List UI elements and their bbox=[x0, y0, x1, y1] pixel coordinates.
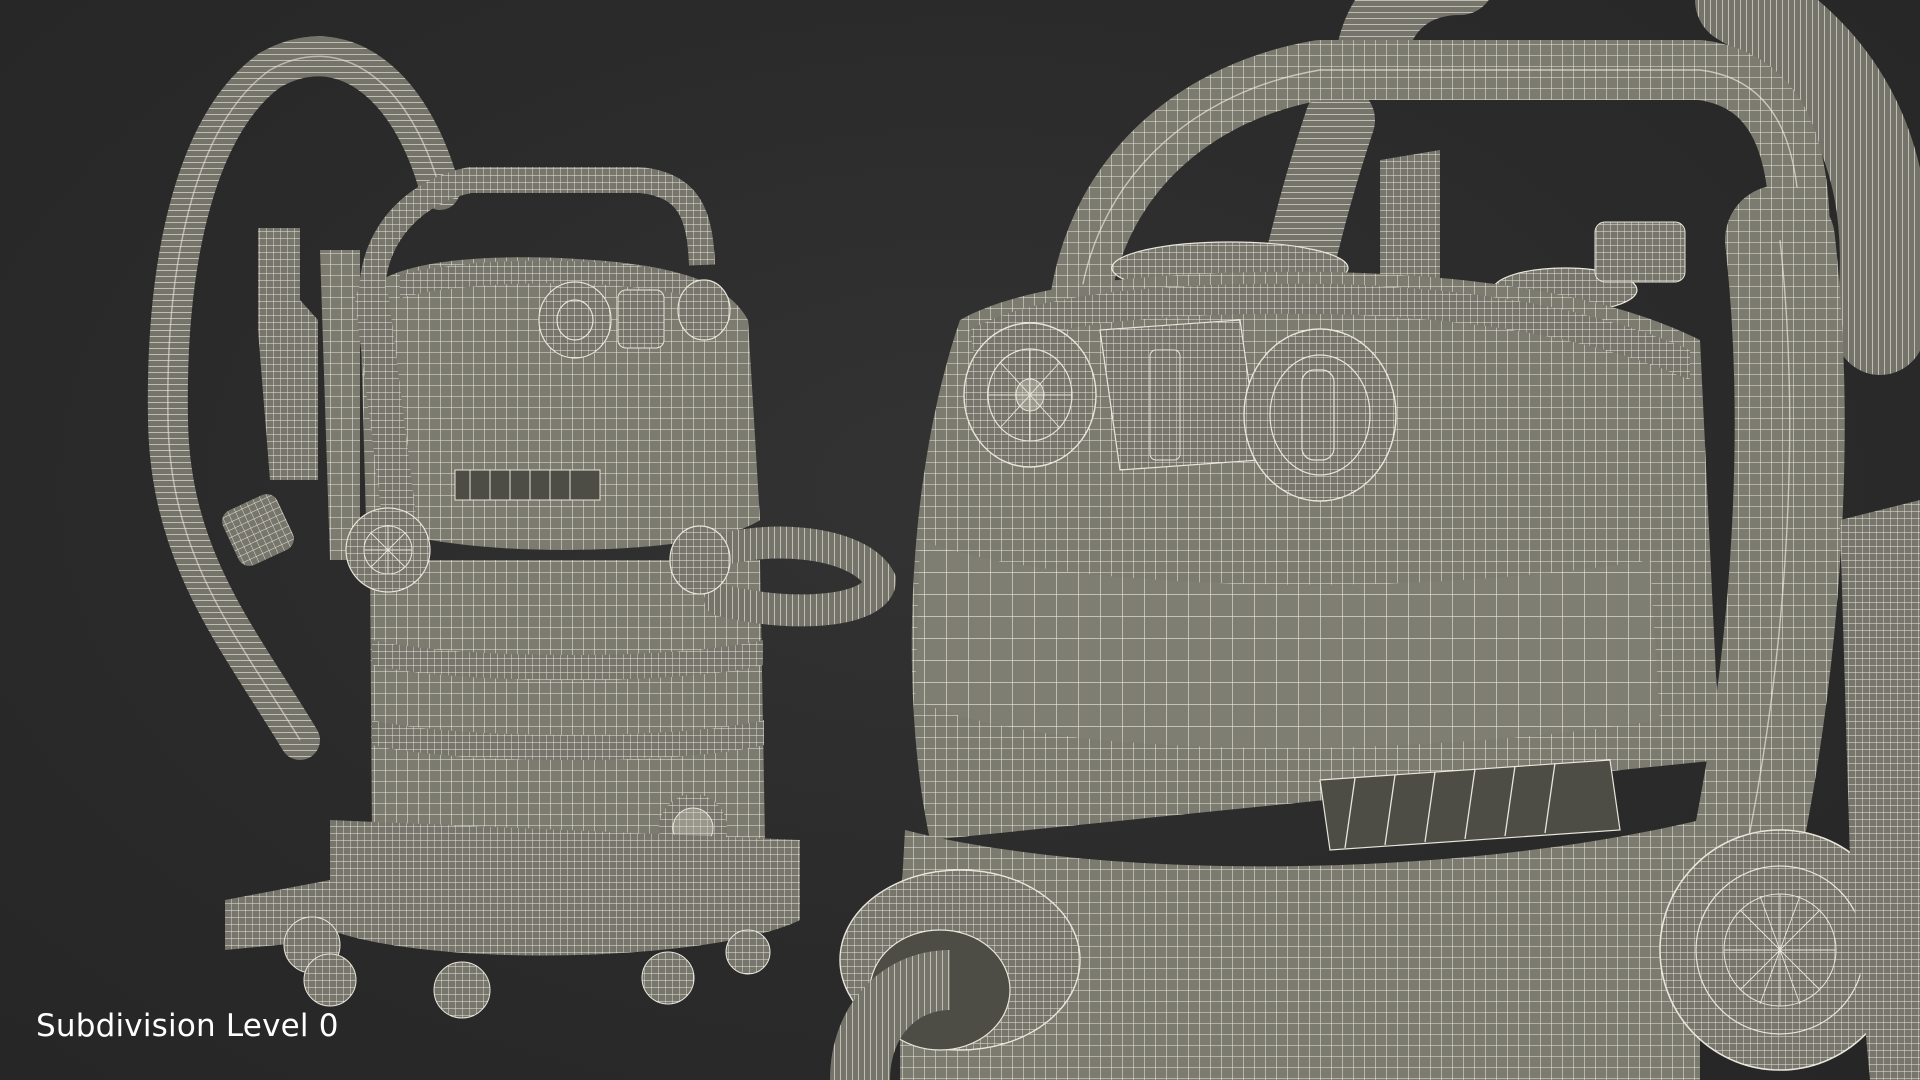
render-canvas: Subdivision Level 0 bbox=[0, 0, 1920, 1080]
left-vacuum-model bbox=[147, 36, 897, 1019]
right-vacuum-model bbox=[830, 0, 1920, 1080]
wireframe-render bbox=[147, 0, 1920, 1080]
subdivision-level-caption: Subdivision Level 0 bbox=[36, 1008, 339, 1044]
